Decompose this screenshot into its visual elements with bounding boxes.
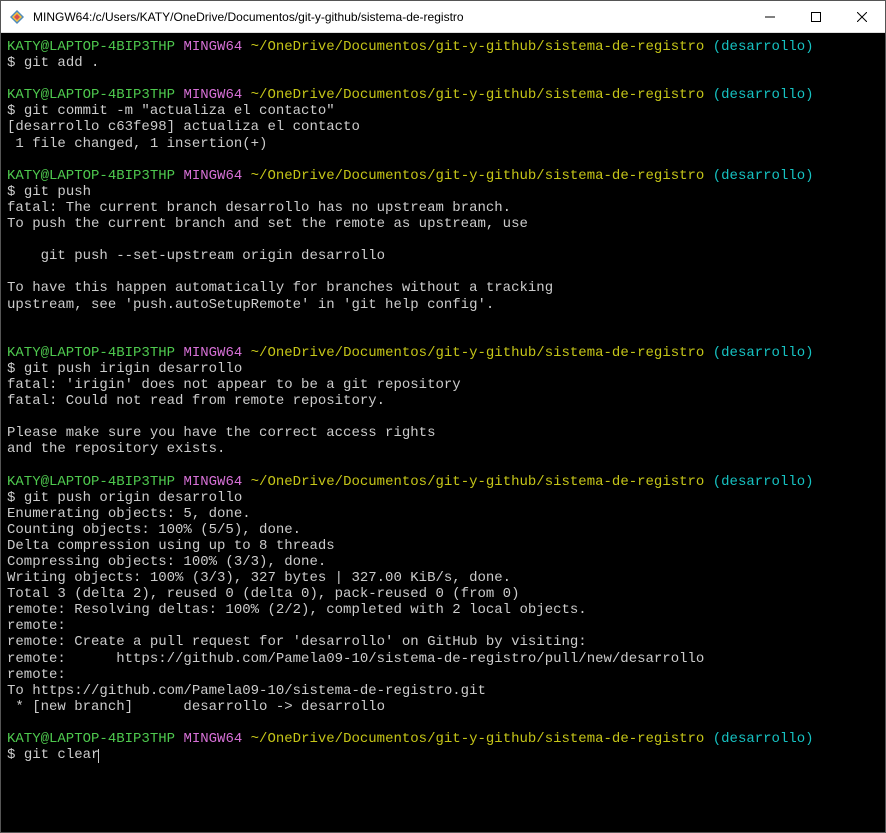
prompt-dollar: $ bbox=[7, 55, 24, 71]
command-text: git add . bbox=[24, 55, 100, 71]
prompt-env: MINGW64 bbox=[183, 474, 242, 490]
app-icon bbox=[9, 9, 25, 25]
terminal-window: MINGW64:/c/Users/KATY/OneDrive/Documento… bbox=[0, 0, 886, 833]
output-line: Counting objects: 100% (5/5), done. bbox=[7, 522, 879, 538]
prompt-line: KATY@LAPTOP-4BIP3THP MINGW64 ~/OneDrive/… bbox=[7, 474, 879, 490]
command-line: $ git add . bbox=[7, 55, 879, 71]
prompt-branch: (desarrollo) bbox=[713, 168, 814, 184]
prompt-path: ~/OneDrive/Documentos/git-y-github/siste… bbox=[251, 168, 705, 184]
blank-line bbox=[7, 715, 879, 731]
window-controls bbox=[747, 1, 885, 32]
blank-line bbox=[7, 232, 879, 248]
output-line: fatal: The current branch desarrollo has… bbox=[7, 200, 879, 216]
prompt-line: KATY@LAPTOP-4BIP3THP MINGW64 ~/OneDrive/… bbox=[7, 731, 879, 747]
minimize-button[interactable] bbox=[747, 1, 793, 32]
command-text: git commit -m "actualiza el contacto" bbox=[24, 103, 335, 119]
prompt-dollar: $ bbox=[7, 361, 24, 377]
command-text: git clear bbox=[24, 747, 100, 763]
prompt-dollar: $ bbox=[7, 747, 24, 763]
prompt-line: KATY@LAPTOP-4BIP3THP MINGW64 ~/OneDrive/… bbox=[7, 87, 879, 103]
output-line: remote: bbox=[7, 667, 879, 683]
command-line: $ git clear bbox=[7, 747, 879, 763]
prompt-user-host: KATY@LAPTOP-4BIP3THP bbox=[7, 39, 175, 55]
prompt-path: ~/OneDrive/Documentos/git-y-github/siste… bbox=[251, 474, 705, 490]
blank-line bbox=[7, 457, 879, 473]
prompt-user-host: KATY@LAPTOP-4BIP3THP bbox=[7, 168, 175, 184]
output-line: remote: Resolving deltas: 100% (2/2), co… bbox=[7, 602, 879, 618]
prompt-path: ~/OneDrive/Documentos/git-y-github/siste… bbox=[251, 345, 705, 361]
output-line: Total 3 (delta 2), reused 0 (delta 0), p… bbox=[7, 586, 879, 602]
blank-line bbox=[7, 152, 879, 168]
output-line: upstream, see 'push.autoSetupRemote' in … bbox=[7, 297, 879, 313]
blank-line bbox=[7, 313, 879, 329]
output-line: Delta compression using up to 8 threads bbox=[7, 538, 879, 554]
prompt-branch: (desarrollo) bbox=[713, 87, 814, 103]
prompt-line: KATY@LAPTOP-4BIP3THP MINGW64 ~/OneDrive/… bbox=[7, 168, 879, 184]
command-line: $ git push origin desarrollo bbox=[7, 490, 879, 506]
prompt-env: MINGW64 bbox=[183, 731, 242, 747]
prompt-dollar: $ bbox=[7, 184, 24, 200]
prompt-user-host: KATY@LAPTOP-4BIP3THP bbox=[7, 474, 175, 490]
output-line: * [new branch] desarrollo -> desarrollo bbox=[7, 699, 879, 715]
terminal-body[interactable]: KATY@LAPTOP-4BIP3THP MINGW64 ~/OneDrive/… bbox=[1, 33, 885, 832]
output-line: 1 file changed, 1 insertion(+) bbox=[7, 136, 879, 152]
blank-line bbox=[7, 409, 879, 425]
output-line: Compressing objects: 100% (3/3), done. bbox=[7, 554, 879, 570]
prompt-path: ~/OneDrive/Documentos/git-y-github/siste… bbox=[251, 39, 705, 55]
output-line: Please make sure you have the correct ac… bbox=[7, 425, 879, 441]
output-line: remote: Create a pull request for 'desar… bbox=[7, 634, 879, 650]
prompt-line: KATY@LAPTOP-4BIP3THP MINGW64 ~/OneDrive/… bbox=[7, 39, 879, 55]
prompt-env: MINGW64 bbox=[183, 39, 242, 55]
prompt-user-host: KATY@LAPTOP-4BIP3THP bbox=[7, 345, 175, 361]
output-line: fatal: 'irigin' does not appear to be a … bbox=[7, 377, 879, 393]
output-line: remote: bbox=[7, 618, 879, 634]
titlebar: MINGW64:/c/Users/KATY/OneDrive/Documento… bbox=[1, 1, 885, 33]
output-line: To https://github.com/Pamela09-10/sistem… bbox=[7, 683, 879, 699]
output-line: remote: https://github.com/Pamela09-10/s… bbox=[7, 651, 879, 667]
prompt-path: ~/OneDrive/Documentos/git-y-github/siste… bbox=[251, 731, 705, 747]
prompt-dollar: $ bbox=[7, 103, 24, 119]
prompt-branch: (desarrollo) bbox=[713, 474, 814, 490]
output-line: fatal: Could not read from remote reposi… bbox=[7, 393, 879, 409]
prompt-branch: (desarrollo) bbox=[713, 39, 814, 55]
blank-line bbox=[7, 329, 879, 345]
output-line: To have this happen automatically for br… bbox=[7, 280, 879, 296]
output-line: [desarrollo c63fe98] actualiza el contac… bbox=[7, 119, 879, 135]
command-text: git push origin desarrollo bbox=[24, 490, 242, 506]
window-title: MINGW64:/c/Users/KATY/OneDrive/Documento… bbox=[33, 10, 747, 24]
prompt-dollar: $ bbox=[7, 490, 24, 506]
command-line: $ git push bbox=[7, 184, 879, 200]
blank-line bbox=[7, 264, 879, 280]
prompt-line: KATY@LAPTOP-4BIP3THP MINGW64 ~/OneDrive/… bbox=[7, 345, 879, 361]
cursor bbox=[98, 749, 99, 763]
close-button[interactable] bbox=[839, 1, 885, 32]
prompt-path: ~/OneDrive/Documentos/git-y-github/siste… bbox=[251, 87, 705, 103]
output-line: To push the current branch and set the r… bbox=[7, 216, 879, 232]
prompt-env: MINGW64 bbox=[183, 345, 242, 361]
command-text: git push irigin desarrollo bbox=[24, 361, 242, 377]
output-line: git push --set-upstream origin desarroll… bbox=[7, 248, 879, 264]
prompt-branch: (desarrollo) bbox=[713, 345, 814, 361]
output-line: Enumerating objects: 5, done. bbox=[7, 506, 879, 522]
maximize-button[interactable] bbox=[793, 1, 839, 32]
prompt-branch: (desarrollo) bbox=[713, 731, 814, 747]
prompt-env: MINGW64 bbox=[183, 168, 242, 184]
output-line: Writing objects: 100% (3/3), 327 bytes |… bbox=[7, 570, 879, 586]
prompt-env: MINGW64 bbox=[183, 87, 242, 103]
blank-line bbox=[7, 71, 879, 87]
command-line: $ git commit -m "actualiza el contacto" bbox=[7, 103, 879, 119]
prompt-user-host: KATY@LAPTOP-4BIP3THP bbox=[7, 87, 175, 103]
output-line: and the repository exists. bbox=[7, 441, 879, 457]
command-line: $ git push irigin desarrollo bbox=[7, 361, 879, 377]
prompt-user-host: KATY@LAPTOP-4BIP3THP bbox=[7, 731, 175, 747]
command-text: git push bbox=[24, 184, 91, 200]
